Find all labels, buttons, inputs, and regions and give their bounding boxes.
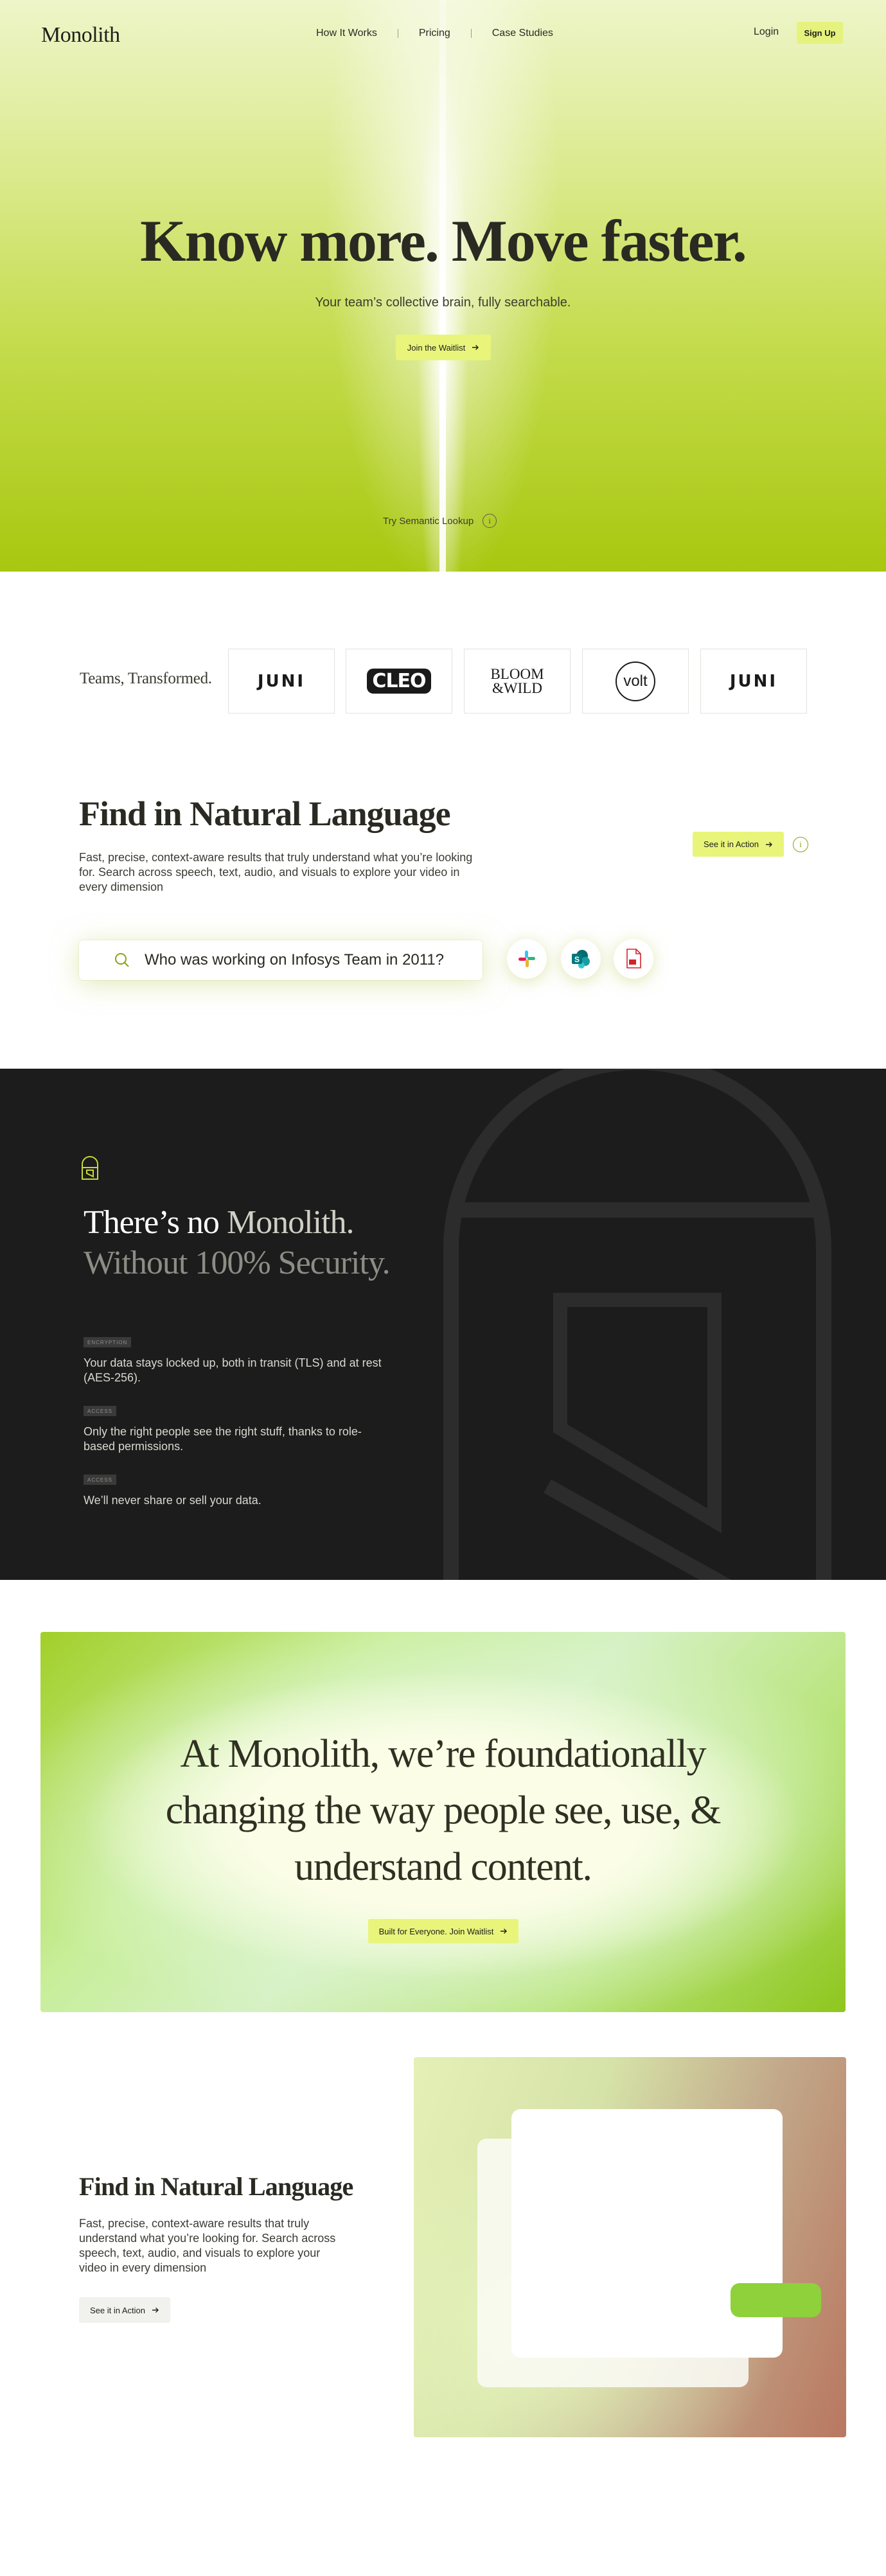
- nav-how-it-works[interactable]: How It Works: [316, 28, 377, 39]
- semantic-lookup-label: Try Semantic Lookup: [383, 515, 474, 527]
- security-tag-encryption: ENCRYPTION: [84, 1337, 132, 1347]
- find-section-title: Find in Natural Language: [79, 794, 451, 833]
- feature-card-front: [511, 2109, 783, 2358]
- security-title-line1: There’s no Monolith.: [84, 1204, 355, 1241]
- security-title-brand: Monolith.: [226, 1204, 355, 1241]
- join-waitlist-label: Join the Waitlist: [407, 342, 466, 353]
- teams-transformed-label: Teams, Transformed.: [80, 670, 212, 687]
- bloom-wild-line1: BLOOM: [490, 665, 544, 682]
- mission-line-1: At Monolith, we’re foundationally: [180, 1732, 707, 1776]
- logo-card-volt: volt: [582, 649, 689, 714]
- pdf-icon-glyph: [626, 949, 641, 968]
- security-title-line2: Without 100% Security.: [84, 1245, 391, 1281]
- security-text-access: Only the right people see the right stuf…: [84, 1425, 362, 1453]
- arrow-right-icon: [472, 345, 479, 350]
- pdf-icon[interactable]: [614, 939, 653, 979]
- info-icon[interactable]: i: [483, 514, 497, 528]
- signup-button[interactable]: Sign Up: [797, 22, 843, 44]
- search-icon: [115, 953, 129, 967]
- see-in-action-label: See it in Action: [704, 839, 759, 849]
- hero-title: Know more. Move faster.: [140, 208, 747, 274]
- semantic-search-bar[interactable]: Who was working on Infosys Team in 2011?: [79, 940, 483, 980]
- login-link[interactable]: Login: [754, 26, 779, 38]
- slack-icon-glyph: [518, 951, 535, 967]
- bloom-wild-logo: BLOOM &WILD: [490, 667, 544, 696]
- feature-description: Fast, precise, context-aware results tha…: [79, 2217, 336, 2274]
- hero-light-beam: [439, 0, 446, 572]
- hero-subtitle: Your team’s collective brain, fully sear…: [315, 295, 571, 310]
- security-tag-access: ACCESS: [84, 1406, 116, 1416]
- logo-card-juni-2: JUNI: [700, 649, 807, 714]
- vault-icon: [82, 1156, 98, 1180]
- juni-logo: JUNI: [729, 671, 778, 691]
- security-tag-privacy: ACCESS: [84, 1475, 116, 1485]
- join-waitlist-button[interactable]: Join the Waitlist: [396, 335, 491, 360]
- arrow-right-icon: [501, 1929, 508, 1934]
- nav-case-studies[interactable]: Case Studies: [492, 28, 553, 39]
- mission-line-2: changing the way people see, use, &: [165, 1789, 722, 1832]
- info-icon[interactable]: i: [793, 837, 808, 852]
- nav-pricing[interactable]: Pricing: [419, 28, 450, 39]
- mission-line-3: understand content.: [294, 1845, 592, 1889]
- feature-cta-label: See it in Action: [90, 2305, 145, 2315]
- nav-divider: [470, 29, 472, 38]
- arrow-right-icon: [152, 2308, 159, 2313]
- sharepoint-icon[interactable]: S: [561, 939, 601, 979]
- juni-logo: JUNI: [257, 671, 306, 691]
- volt-logo: volt: [616, 661, 655, 701]
- cleo-logo: CLEO: [367, 669, 431, 694]
- feature-title: Find in Natural Language: [79, 2172, 353, 2201]
- join-waitlist-cta-label: Built for Everyone. Join Waitlist: [378, 1926, 494, 1936]
- feature-see-in-action-button[interactable]: See it in Action: [79, 2297, 170, 2323]
- sharepoint-letter: S: [574, 955, 580, 964]
- security-text-encryption: Your data stays locked up, both in trans…: [84, 1356, 382, 1384]
- join-waitlist-cta[interactable]: Built for Everyone. Join Waitlist: [368, 1919, 518, 1943]
- logo-card-cleo: CLEO: [346, 649, 452, 714]
- logo-card-juni: JUNI: [228, 649, 335, 714]
- sharepoint-icon-glyph: S: [572, 950, 590, 968]
- volt-logo-text: volt: [623, 672, 648, 690]
- bloom-wild-line2: &WILD: [492, 679, 542, 696]
- hero-section: [0, 0, 886, 572]
- search-query-text: Who was working on Infosys Team in 2011?: [145, 951, 445, 968]
- security-text-privacy: We’ll never share or sell your data.: [84, 1494, 261, 1507]
- brand-logo[interactable]: Monolith: [41, 23, 120, 48]
- security-title-prefix: There’s no: [84, 1204, 227, 1241]
- find-section-description: Fast, precise, context-aware results tha…: [79, 851, 473, 893]
- mission-statement-text: At Monolith, we’re foundationally changi…: [40, 1726, 846, 1895]
- feature-green-pill: [731, 2283, 821, 2317]
- logo-card-bloom-wild: BLOOM &WILD: [464, 649, 571, 714]
- arrow-right-icon: [766, 841, 772, 847]
- main-nav: How It Works Pricing Case Studies: [316, 28, 553, 39]
- semantic-lookup-trigger[interactable]: Try Semantic Lookup i: [383, 514, 497, 528]
- slack-icon[interactable]: [507, 939, 547, 979]
- see-in-action-button[interactable]: See it in Action: [693, 832, 784, 857]
